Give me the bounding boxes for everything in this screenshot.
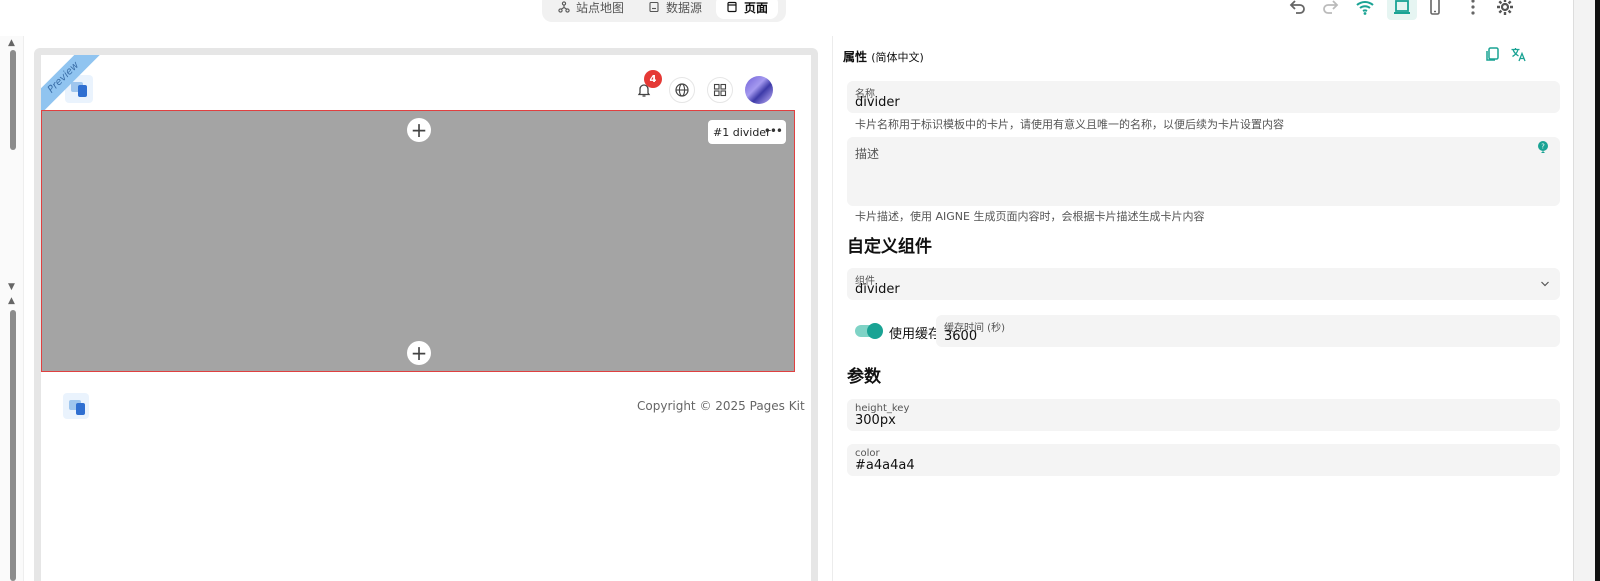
card-tag[interactable]: #1 divider ••• xyxy=(708,120,786,144)
plus-icon: + xyxy=(410,341,428,365)
redo-button[interactable] xyxy=(1318,0,1344,18)
more-vertical-icon xyxy=(1471,0,1475,15)
translate-button[interactable] xyxy=(1508,44,1528,64)
window-edge xyxy=(1595,0,1600,581)
page-icon xyxy=(727,1,737,13)
grid-icon xyxy=(713,83,727,97)
tab-sitemap-label: 站点地图 xyxy=(576,0,625,15)
panel-locale: (简体中文) xyxy=(871,51,924,64)
avatar[interactable] xyxy=(745,76,773,104)
card-tag-label: #1 divider xyxy=(713,125,771,139)
notification-badge: 4 xyxy=(644,70,662,88)
footer-copyright: Copyright © 2025 Pages Kit xyxy=(637,399,805,413)
copy-icon xyxy=(1485,46,1499,61)
scroll-up-icon[interactable]: ▲ xyxy=(8,296,15,306)
scrollbar-thumb[interactable] xyxy=(10,310,16,581)
footer-logo xyxy=(63,393,89,419)
tab-sitemap[interactable]: 站点地图 xyxy=(548,0,634,19)
scrollbar-thumb[interactable] xyxy=(10,50,16,150)
panel-title: 属性 (简体中文) xyxy=(843,48,924,65)
preview-canvas: Preview 4 + #1 divider ••• + Copyright ©… xyxy=(41,55,811,581)
laptop-icon xyxy=(1394,0,1410,14)
more-button[interactable] xyxy=(1460,0,1486,18)
top-tab-bar: 站点地图 数据源 页面 xyxy=(542,0,786,22)
component-select-value: divider xyxy=(855,282,900,297)
add-card-below-button[interactable]: + xyxy=(407,341,431,365)
name-field-value: divider xyxy=(855,95,900,110)
param-field-height-key[interactable]: height_key 300px xyxy=(847,399,1560,431)
svg-text:?: ? xyxy=(1541,143,1545,151)
tab-datasource[interactable]: 数据源 xyxy=(638,0,712,19)
preview-frame: Preview 4 + #1 divider ••• + Copyright ©… xyxy=(34,48,818,581)
preview-ribbon: Preview xyxy=(41,55,101,115)
database-icon xyxy=(649,1,659,13)
left-scroll-rail: ▲ ▼ ▲ xyxy=(0,36,24,581)
chevron-down-icon xyxy=(1541,281,1549,287)
preview-ribbon-label: Preview xyxy=(41,55,101,115)
properties-panel: 属性 (简体中文) 名称 divider 卡片名称用于标识模板中的卡片，请使用有… xyxy=(832,36,1573,581)
scroll-up-icon[interactable]: ▲ xyxy=(8,38,15,48)
more-horizontal-icon[interactable]: ••• xyxy=(764,124,783,138)
tab-datasource-label: 数据源 xyxy=(666,0,703,15)
sitemap-icon xyxy=(558,1,570,13)
params-heading: 参数 xyxy=(847,367,881,387)
custom-component-heading: 自定义组件 xyxy=(847,237,932,257)
apps-button[interactable] xyxy=(707,77,733,103)
tab-page-label: 页面 xyxy=(744,0,769,15)
name-field[interactable]: 名称 divider xyxy=(847,81,1560,113)
cache-time-value: 3600 xyxy=(944,329,978,344)
description-field[interactable]: 描述 ? xyxy=(847,137,1560,206)
settings-button[interactable] xyxy=(1492,0,1518,18)
redo-icon xyxy=(1323,0,1339,14)
connection-status[interactable] xyxy=(1352,0,1378,18)
gear-icon xyxy=(1497,0,1513,15)
add-card-above-button[interactable]: + xyxy=(407,118,431,142)
ai-assist-icon[interactable]: ? xyxy=(1536,140,1550,154)
description-field-label: 描述 xyxy=(855,147,880,161)
tab-page[interactable]: 页面 xyxy=(716,0,779,19)
param-value: 300px xyxy=(855,413,896,428)
undo-icon xyxy=(1289,0,1305,14)
page-editor: 站点地图 数据源 页面 ▲ ▼ ▲ Preview 4 + #1 divider… xyxy=(0,0,1600,581)
param-value: #a4a4a4 xyxy=(855,458,915,473)
component-select[interactable]: 组件 divider xyxy=(847,268,1560,300)
cache-toggle[interactable] xyxy=(855,323,883,339)
mobile-icon xyxy=(1430,0,1440,15)
plus-icon: + xyxy=(410,118,428,142)
mobile-view-button[interactable] xyxy=(1422,0,1448,18)
scroll-down-icon[interactable]: ▼ xyxy=(8,282,15,292)
copy-button[interactable] xyxy=(1482,44,1502,64)
panel-title-text: 属性 xyxy=(843,50,868,64)
divider-card[interactable]: + #1 divider ••• + xyxy=(41,110,795,372)
param-field-color[interactable]: color #a4a4a4 xyxy=(847,444,1560,476)
language-button[interactable] xyxy=(669,77,695,103)
wifi-icon xyxy=(1356,1,1374,15)
name-field-help: 卡片名称用于标识模板中的卡片，请使用有意义且唯一的名称，以便后续为卡片设置内容 xyxy=(855,118,1284,131)
globe-icon xyxy=(675,83,689,97)
translate-icon xyxy=(1511,47,1526,61)
notification-button[interactable]: 4 xyxy=(631,70,662,103)
description-field-help: 卡片描述，使用 AIGNE 生成页面内容时，会根据卡片描述生成卡片内容 xyxy=(855,210,1205,223)
cache-toggle-label: 使用缓存 xyxy=(889,327,942,342)
cache-time-field[interactable]: 缓存时间 (秒) 3600 xyxy=(936,315,1560,347)
undo-button[interactable] xyxy=(1284,0,1310,18)
desktop-view-button[interactable] xyxy=(1387,0,1417,20)
